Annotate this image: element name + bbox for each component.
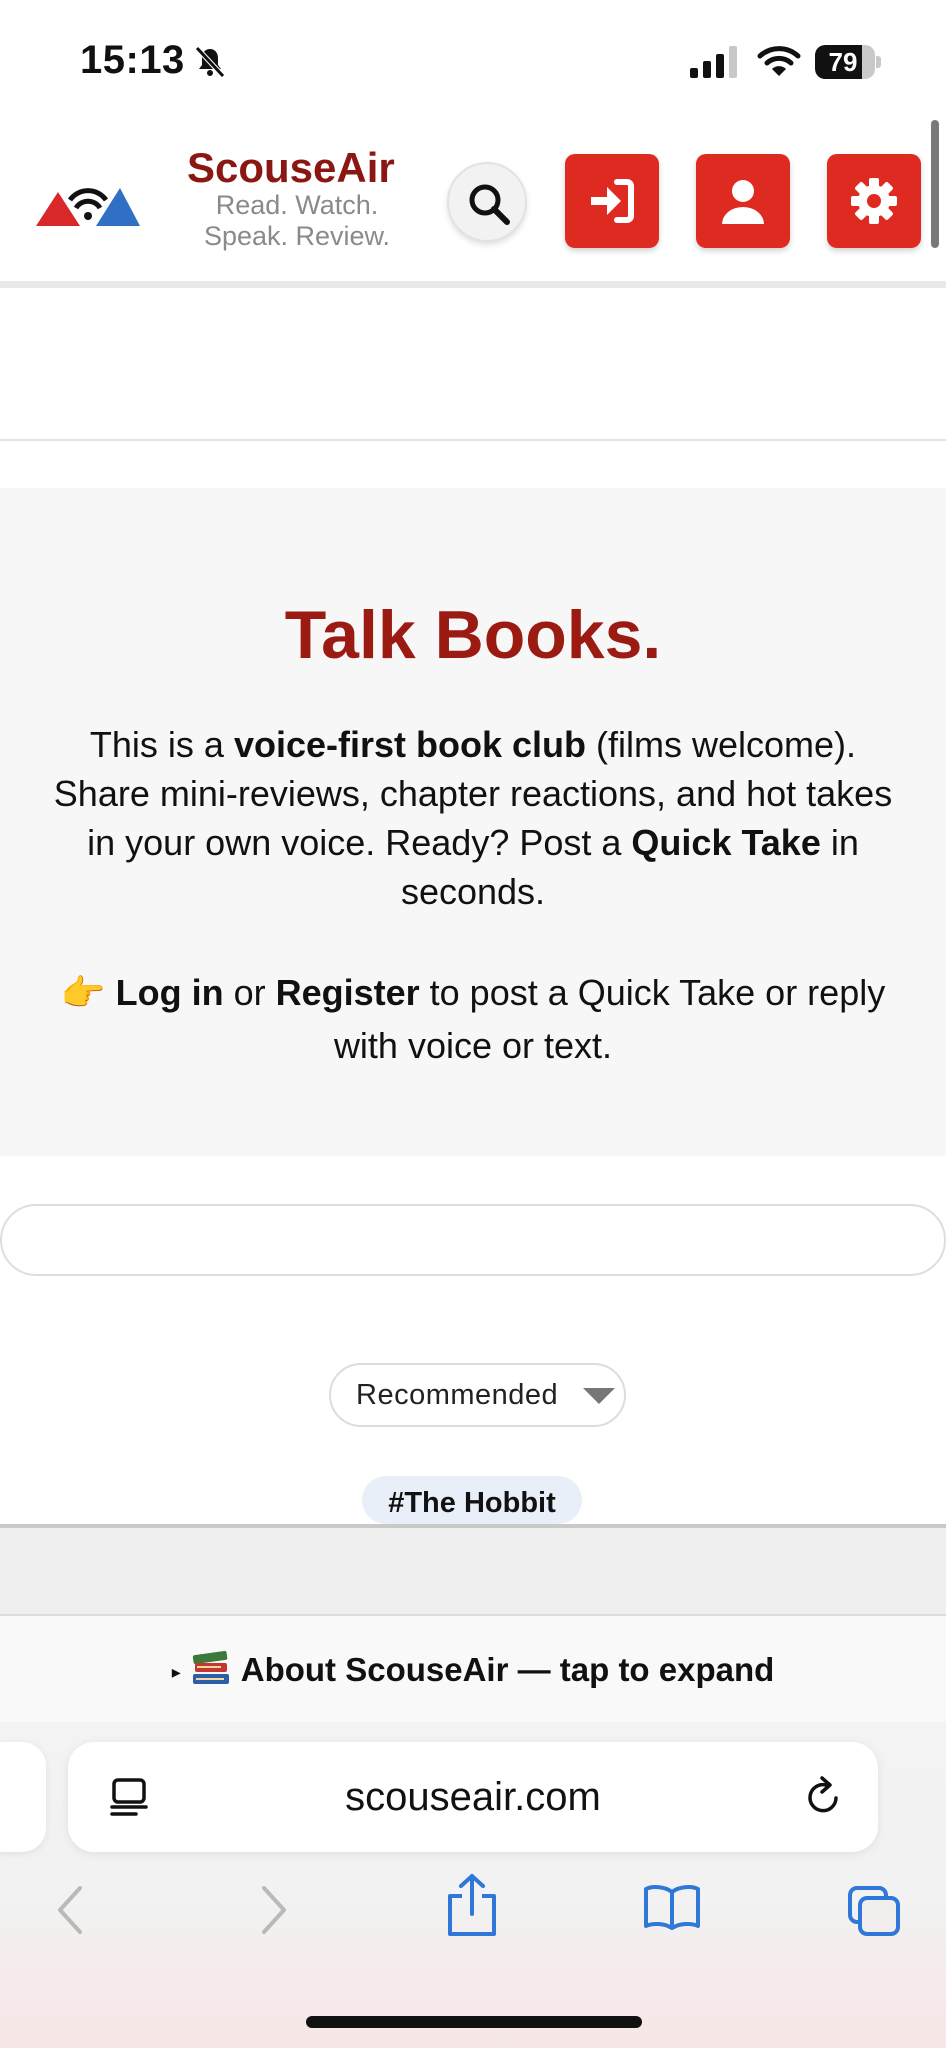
sort-select[interactable]: Recommended [329,1363,626,1427]
battery-icon: 79 [815,45,881,79]
site-header: ScouseAir Read. Watch. Speak. Review. [0,120,946,288]
forward-icon[interactable] [256,1882,292,1938]
hero-cta: 👉 Log in or Register to post a Quick Tak… [60,972,886,1066]
battery-percent: 79 [828,47,858,77]
tabs-icon[interactable] [846,1884,902,1938]
status-time: 15:13 [80,38,185,82]
status-bar: 15:13 79 [0,0,946,120]
quick-take-emphasis: Quick Take [631,822,821,863]
reload-icon[interactable] [802,1774,846,1820]
login-button[interactable] [565,154,659,248]
content-overlay [0,1524,946,1614]
register-link[interactable]: Register [276,972,420,1013]
page-scrollbar[interactable] [931,120,939,248]
brand-name[interactable]: ScouseAir [187,144,395,192]
logo-icon[interactable] [36,178,140,228]
cellular-signal-icon [690,46,737,78]
hero-description: This is a voice-first book club (films w… [53,724,893,912]
brand-tagline: Read. Watch. Speak. Review. [186,190,408,252]
ad-banner [0,295,946,441]
voice-first-emphasis: voice-first book club [233,724,587,765]
share-icon[interactable] [446,1872,498,1938]
tagline-line1: Read. Watch. [215,190,379,220]
search-button[interactable] [447,162,527,242]
sort-selected-label: Recommended [356,1379,559,1411]
about-toggle[interactable]: ▸ About ScouseAir — tap to expand [0,1614,946,1722]
settings-button[interactable] [827,154,921,248]
disclosure-arrow-icon: ▸ [171,1662,181,1683]
bookmarks-icon[interactable] [642,1882,702,1932]
tag-chip[interactable]: #The Hobbit [362,1476,582,1524]
hero-title: Talk Books. [284,597,662,673]
search-icon [469,184,510,225]
home-indicator[interactable] [306,2016,642,2028]
address-bar[interactable]: scouseair.com [68,1742,878,1852]
browser-toolbar: scouseair.com [0,1722,946,2048]
previous-tab[interactable] [0,1742,46,1852]
about-label: About ScouseAir — tap to expand [240,1651,775,1688]
user-icon [722,180,764,224]
wifi-icon [757,46,801,76]
login-link[interactable]: Log in [116,972,224,1013]
back-icon[interactable] [52,1882,88,1938]
login-icon [591,179,634,223]
bell-muted-icon [195,46,225,78]
books-icon [192,1650,229,1684]
search-input[interactable] [0,1204,946,1276]
hero-section: Talk Books. This is a voice-first book c… [0,488,946,1156]
url-text: scouseair.com [345,1775,601,1819]
account-button[interactable] [696,154,790,248]
tagline-line2: Speak. Review. [203,221,391,251]
gear-icon [851,178,897,224]
pointing-hand-icon: 👉 [60,972,106,1013]
chevron-down-icon [583,1388,615,1404]
